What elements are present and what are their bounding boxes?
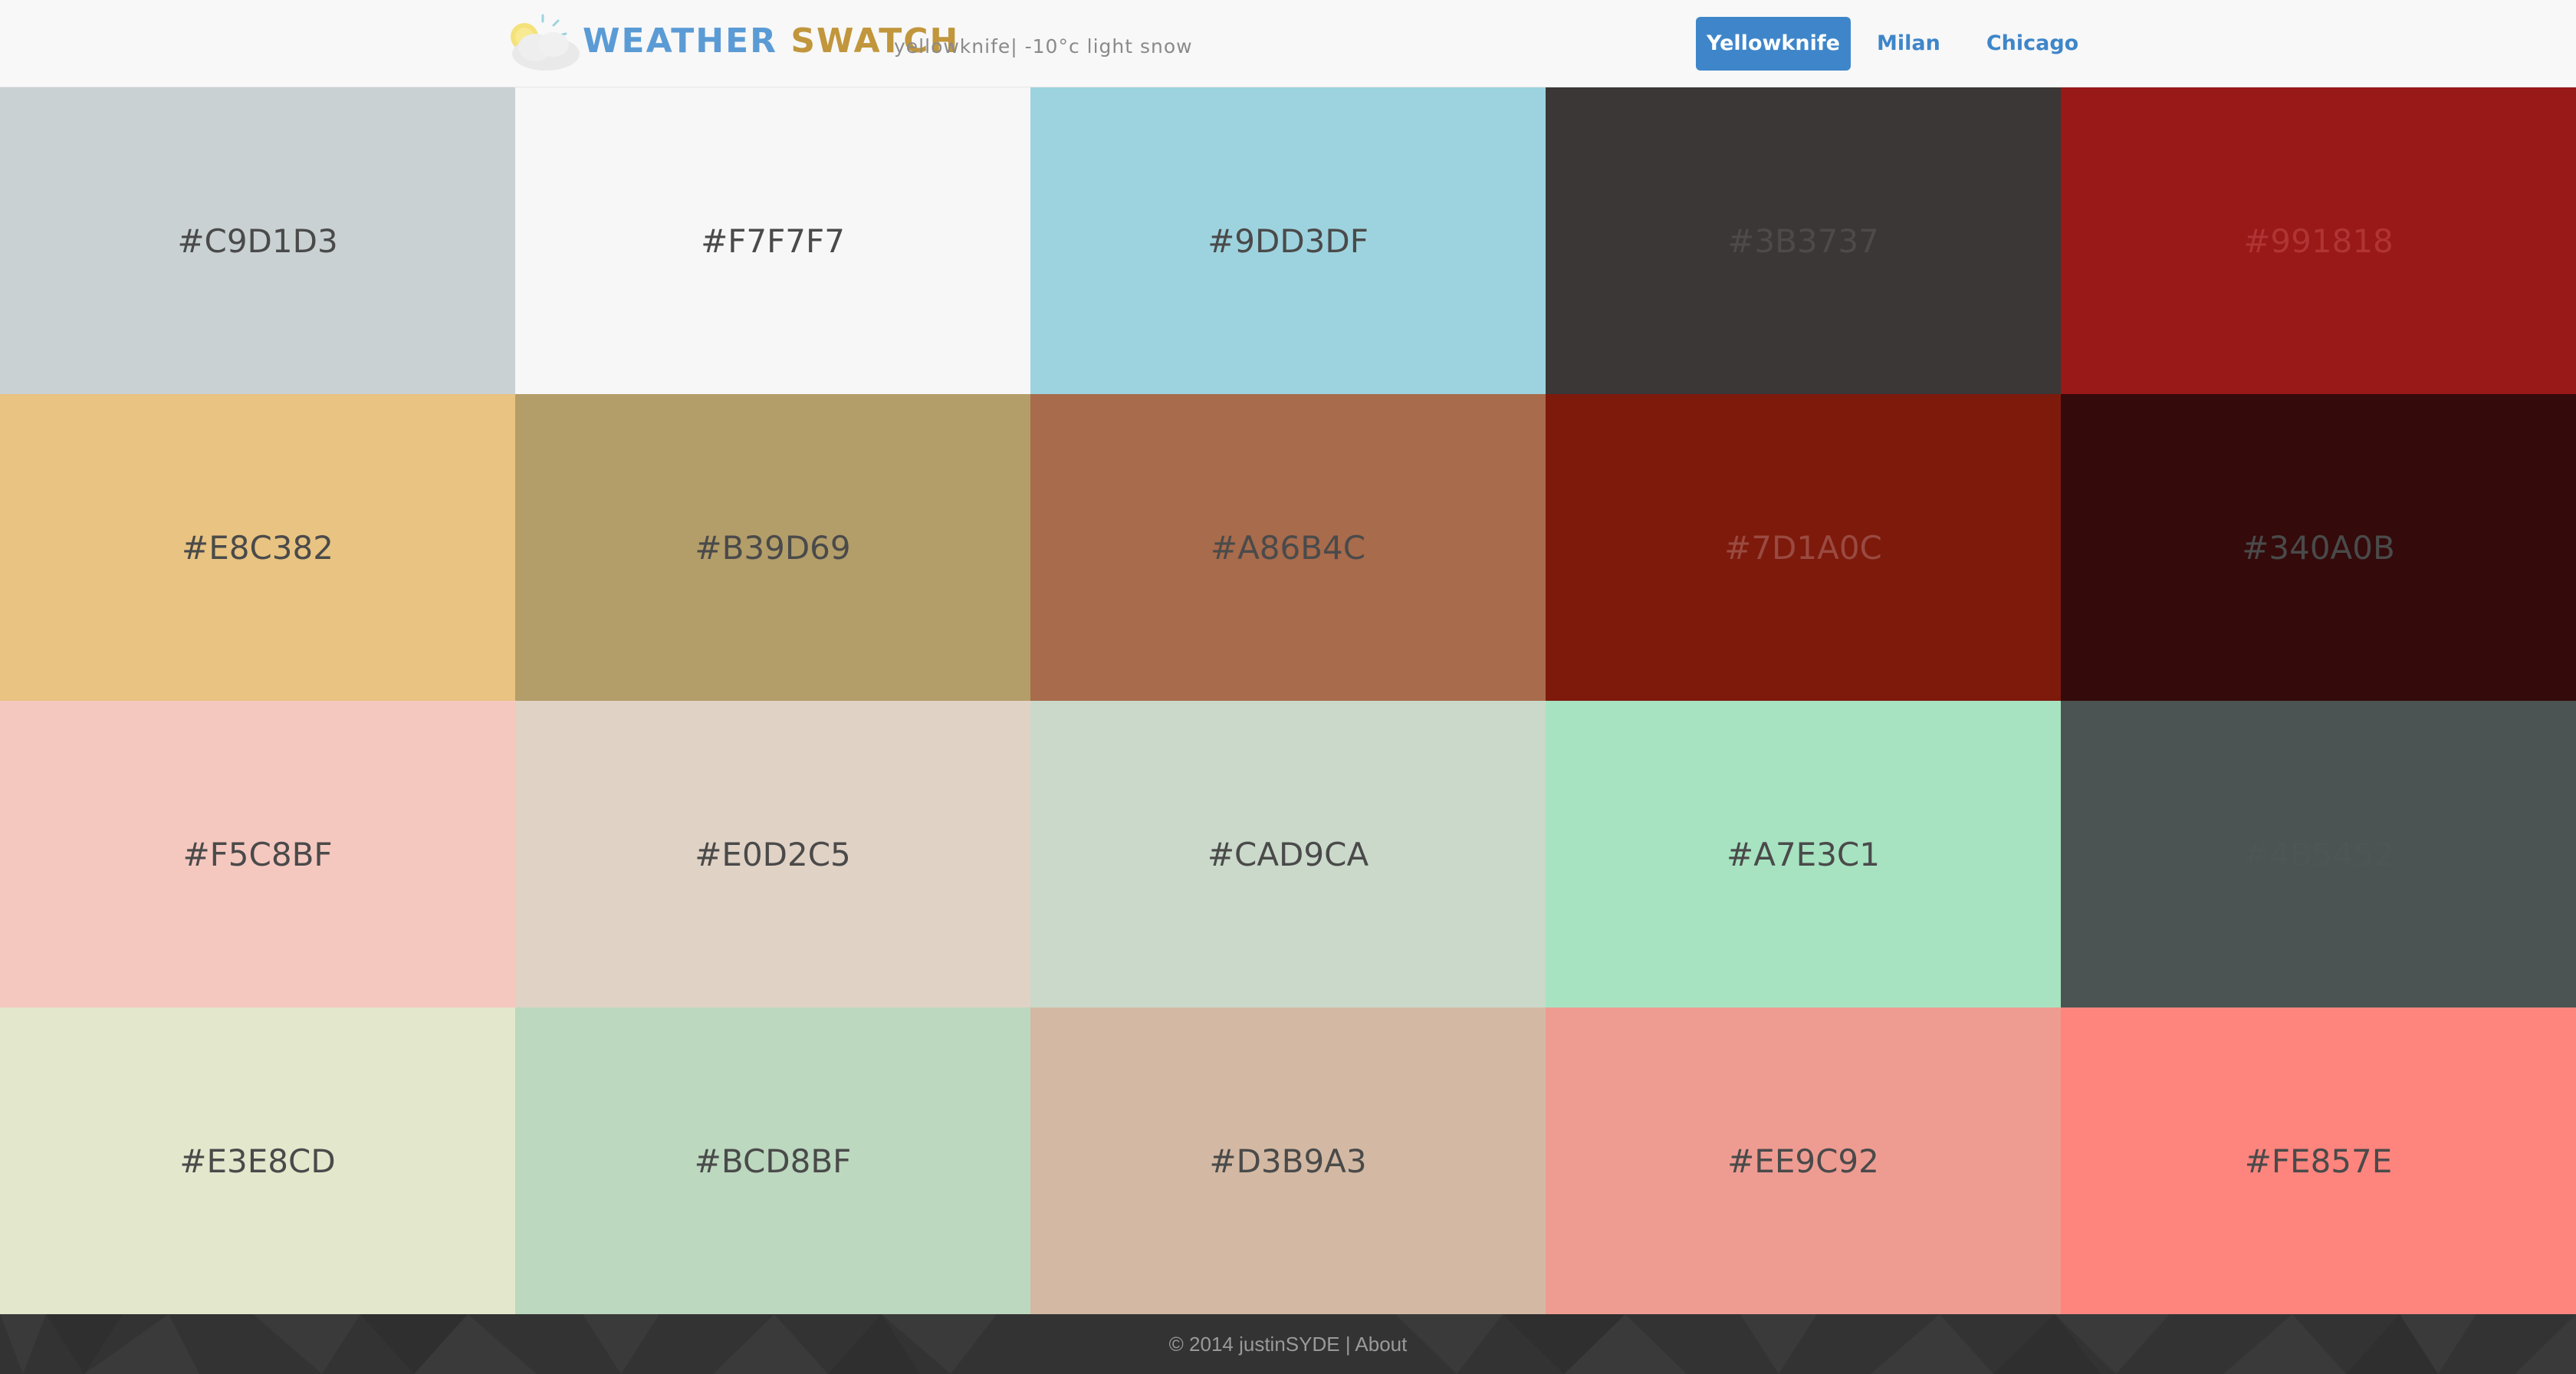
- swatch-hex-label: #E3E8CD: [179, 1142, 336, 1180]
- color-swatch[interactable]: #A7E3C1: [1546, 701, 2061, 1007]
- color-swatch[interactable]: #E8C382: [0, 394, 515, 701]
- swatch-hex-label: #FE857E: [2244, 1142, 2393, 1180]
- copyright-text: © 2014 justinSYDE: [1168, 1333, 1340, 1356]
- color-swatch[interactable]: #E3E8CD: [0, 1007, 515, 1314]
- city-nav: Yellowknife Milan Chicago: [1696, 17, 2104, 71]
- swatch-hex-label: #340A0B: [2242, 528, 2395, 567]
- color-swatch[interactable]: #E0D2C5: [515, 701, 1030, 1007]
- color-swatch[interactable]: #F7F7F7: [515, 87, 1030, 394]
- footer-text: © 2014 justinSYDE | About: [0, 1331, 2576, 1357]
- color-swatch[interactable]: #3B3737: [1546, 87, 2061, 394]
- color-swatch[interactable]: #EE9C92: [1546, 1007, 2061, 1314]
- brand-word-weather: WEATHER: [583, 21, 778, 61]
- nav-item-milan[interactable]: Milan: [1857, 17, 1960, 71]
- swatch-hex-label: #A86B4C: [1210, 528, 1366, 567]
- swatch-hex-label: #A7E3C1: [1727, 835, 1880, 873]
- color-swatch[interactable]: #991818: [2061, 87, 2576, 394]
- swatch-hex-label: #991818: [2243, 222, 2394, 260]
- swatch-hex-label: #C9D1D3: [177, 222, 338, 260]
- swatch-hex-label: #7D1A0C: [1724, 528, 1882, 567]
- color-swatch[interactable]: #9DD3DF: [1030, 87, 1546, 394]
- color-swatch[interactable]: #B39D69: [515, 394, 1030, 701]
- color-swatch[interactable]: #340A0B: [2061, 394, 2576, 701]
- swatch-hex-label: #CAD9CA: [1207, 835, 1369, 873]
- swatch-hex-label: #E8C382: [182, 528, 334, 567]
- footer: © 2014 justinSYDE | About: [0, 1314, 2576, 1374]
- swatch-hex-label: #4B5452: [2242, 835, 2394, 873]
- navbar: WEATHER SWATCH yellowknife| -10°c light …: [0, 0, 2576, 87]
- swatch-hex-label: #D3B9A3: [1209, 1142, 1367, 1180]
- footer-separator: |: [1345, 1333, 1351, 1356]
- weather-status-text: yellowknife| -10°c light snow: [894, 35, 1193, 58]
- color-swatch[interactable]: #D3B9A3: [1030, 1007, 1546, 1314]
- color-swatch[interactable]: #7D1A0C: [1546, 394, 2061, 701]
- color-swatch[interactable]: #CAD9CA: [1030, 701, 1546, 1007]
- swatch-hex-label: #3B3737: [1727, 222, 1879, 260]
- about-link[interactable]: About: [1355, 1333, 1407, 1356]
- color-swatch[interactable]: #A86B4C: [1030, 394, 1546, 701]
- color-swatch[interactable]: #4B5452: [2061, 701, 2576, 1007]
- color-swatch[interactable]: #C9D1D3: [0, 87, 515, 394]
- nav-item-yellowknife[interactable]: Yellowknife: [1696, 17, 1851, 71]
- swatch-hex-label: #BCD8BF: [694, 1142, 852, 1180]
- swatch-hex-label: #B39D69: [695, 528, 851, 567]
- swatch-hex-label: #E0D2C5: [695, 835, 851, 873]
- color-swatch[interactable]: #BCD8BF: [515, 1007, 1030, 1314]
- color-swatch[interactable]: #F5C8BF: [0, 701, 515, 1007]
- swatch-hex-label: #EE9C92: [1727, 1142, 1879, 1180]
- swatch-hex-label: #9DD3DF: [1208, 222, 1368, 260]
- nav-item-chicago[interactable]: Chicago: [1967, 17, 2098, 71]
- swatch-hex-label: #F7F7F7: [701, 222, 845, 260]
- swatch-grid: #C9D1D3 #F7F7F7 #9DD3DF #3B3737 #991818 #E8C3…: [0, 87, 2576, 1314]
- swatch-hex-label: #F5C8BF: [182, 835, 333, 873]
- weather-sun-cloud-icon: [511, 14, 580, 71]
- color-swatch[interactable]: #FE857E: [2061, 1007, 2576, 1314]
